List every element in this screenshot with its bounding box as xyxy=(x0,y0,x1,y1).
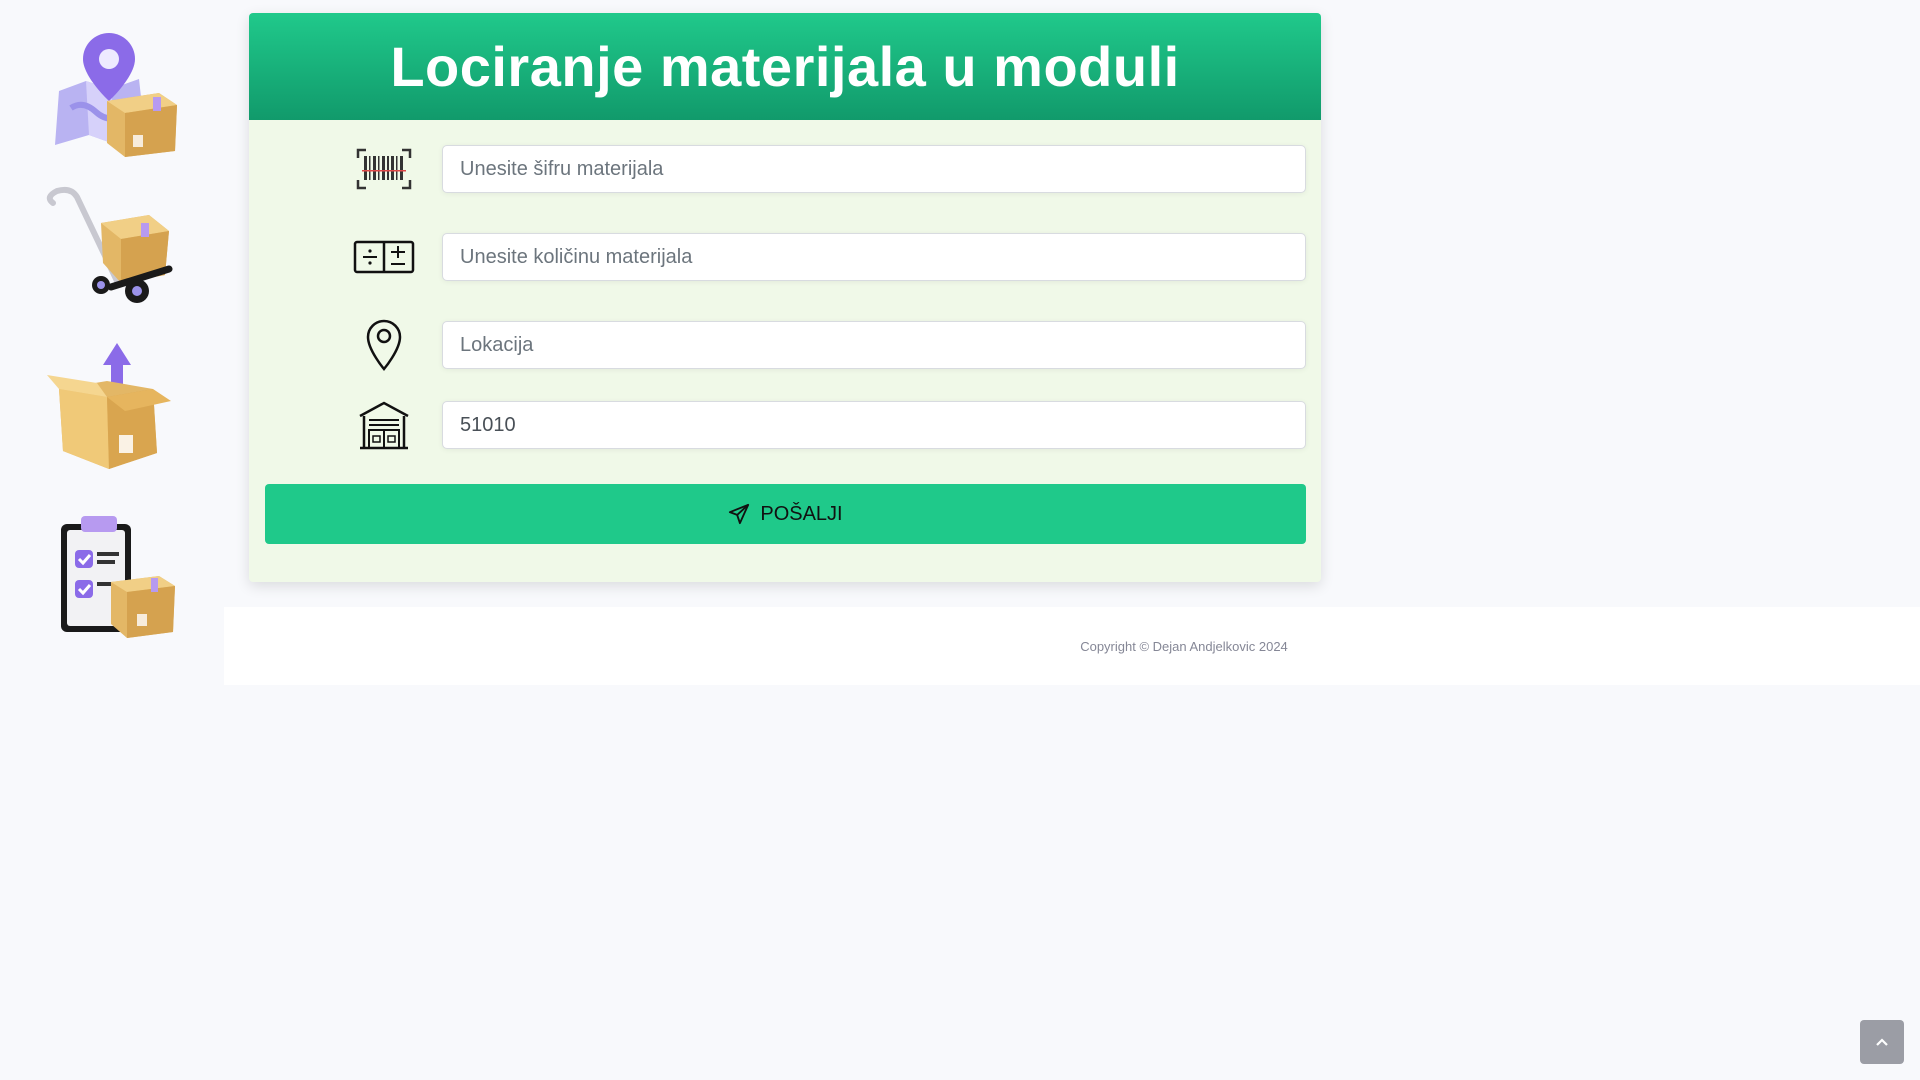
paper-plane-icon xyxy=(729,503,750,525)
footer: Copyright © Dejan Andjelkovic 2024 xyxy=(224,607,1920,685)
quantity-row xyxy=(249,233,1321,281)
hand-truck-box-icon xyxy=(46,186,173,303)
open-box-upload-icon xyxy=(47,343,171,469)
sidebar-item-transport[interactable] xyxy=(36,175,186,315)
page-title: Lociranje materijala u moduli xyxy=(390,35,1180,98)
warehouse-row xyxy=(249,401,1321,450)
map-location-box-icon xyxy=(55,32,177,157)
sidebar xyxy=(0,0,224,685)
map-pin-icon xyxy=(353,319,415,371)
barcode-icon xyxy=(353,145,415,193)
calculator-icon xyxy=(353,233,415,281)
copyright-text: Copyright © Dejan Andjelkovic 2024 xyxy=(1080,638,1288,654)
submit-button-label: POŠALJI xyxy=(760,502,843,525)
location-row xyxy=(249,319,1321,371)
submit-button[interactable]: POŠALJI xyxy=(265,484,1306,544)
sidebar-item-locate[interactable] xyxy=(36,20,186,160)
location-input[interactable] xyxy=(442,321,1306,369)
material-location-form: Lociranje materijala u moduli Unesite ši… xyxy=(249,13,1321,582)
warehouse-input[interactable] xyxy=(442,401,1306,449)
quantity-input[interactable] xyxy=(442,233,1306,281)
sidebar-item-unload[interactable] xyxy=(36,335,186,475)
clipboard-checklist-box-icon xyxy=(61,516,175,638)
scroll-to-top-button[interactable] xyxy=(1860,1020,1904,1064)
chevron-up-icon xyxy=(1876,1038,1888,1046)
material-code-input[interactable] xyxy=(442,145,1306,193)
material-code-row xyxy=(249,145,1321,193)
form-header: Lociranje materijala u moduli xyxy=(249,13,1321,120)
sidebar-item-inventory[interactable] xyxy=(36,505,186,645)
warehouse-icon xyxy=(353,401,415,450)
